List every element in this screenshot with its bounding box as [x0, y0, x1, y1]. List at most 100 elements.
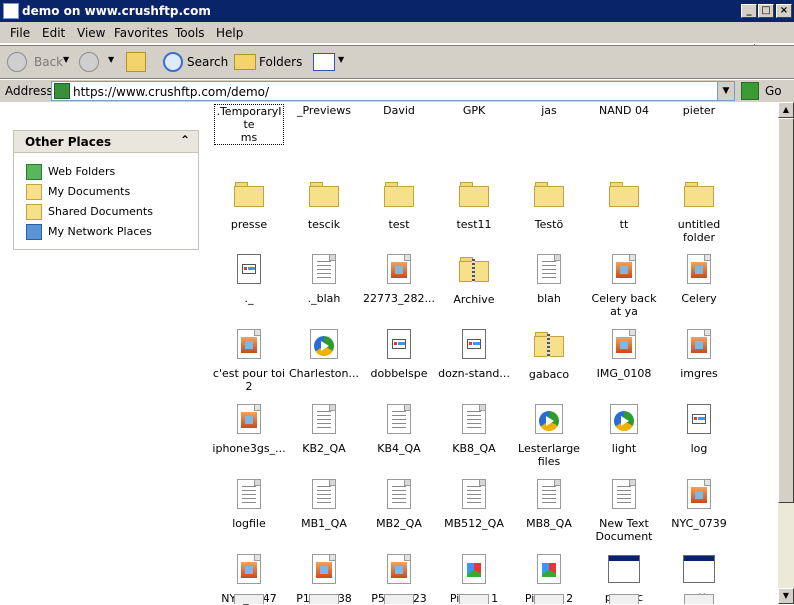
file-label: MB8_QA — [526, 517, 572, 530]
file-item[interactable]: Charleston... — [287, 328, 361, 380]
file-label: blah — [537, 292, 561, 305]
file-item[interactable]: NYC_0739 — [662, 478, 736, 530]
zip-folder-icon — [533, 328, 565, 360]
collapse-chevron-icon[interactable]: ⌃ — [180, 133, 190, 147]
file-item[interactable]: log — [662, 403, 736, 455]
partial-file-icon[interactable] — [459, 594, 489, 604]
menu-favorites[interactable]: Favorites — [114, 26, 168, 40]
file-item[interactable]: test11 — [437, 178, 511, 231]
file-item[interactable]: .TemporaryIte ms — [214, 104, 284, 145]
partial-file-icon[interactable] — [609, 594, 639, 604]
toolbar: Back ▼ ▼ Search Folders ▼ — [0, 45, 794, 79]
file-item[interactable]: NAND 04 — [587, 104, 661, 117]
views-icon[interactable] — [313, 53, 335, 71]
partial-file-icon[interactable] — [309, 594, 339, 604]
file-item[interactable]: logfile — [212, 478, 286, 530]
other-places-title: Other Places — [25, 135, 112, 149]
file-item[interactable]: untitled folder — [662, 178, 736, 244]
file-item[interactable]: light — [587, 403, 661, 455]
go-arrow-icon[interactable] — [741, 82, 759, 100]
file-item[interactable]: Celery — [662, 253, 736, 305]
file-item[interactable]: tescik — [287, 178, 361, 231]
forward-dropdown-icon[interactable]: ▼ — [108, 55, 114, 64]
file-item[interactable]: Testö — [512, 178, 586, 231]
file-label: test11 — [456, 218, 492, 231]
address-field[interactable]: https://www.crushftp.com/demo/ ▼ — [51, 81, 735, 101]
image-file-icon — [687, 254, 711, 284]
file-item[interactable]: David — [362, 104, 436, 117]
text-document-icon — [612, 479, 636, 509]
views-dropdown-icon[interactable]: ▼ — [338, 55, 344, 64]
back-arrow-icon[interactable] — [7, 52, 27, 72]
forward-arrow-icon[interactable] — [79, 52, 99, 72]
folder-icon — [458, 178, 490, 210]
file-label: tescik — [307, 218, 341, 231]
image-file-icon — [612, 254, 636, 284]
search-button[interactable]: Search — [187, 55, 228, 69]
file-item[interactable]: 22773_282... — [362, 253, 436, 305]
file-item[interactable]: ._ — [212, 253, 286, 305]
file-item[interactable]: MB1_QA — [287, 478, 361, 530]
file-item[interactable]: KB4_QA — [362, 403, 436, 455]
vertical-scrollbar[interactable]: ▲ ▼ — [778, 102, 794, 604]
scroll-thumb[interactable] — [778, 118, 794, 503]
minimize-button[interactable]: _ — [741, 4, 757, 18]
address-dropdown-icon[interactable]: ▼ — [717, 82, 734, 100]
partial-file-icon[interactable] — [234, 594, 264, 604]
file-item[interactable]: MB512_QA — [437, 478, 511, 530]
maximize-button[interactable]: □ — [758, 4, 774, 18]
shared-documents-icon — [26, 204, 42, 220]
other-places-header[interactable]: Other Places ⌃ — [14, 131, 198, 153]
search-icon[interactable] — [163, 52, 183, 72]
file-item[interactable]: presse — [212, 178, 286, 231]
file-item[interactable]: IMG_0108 — [587, 328, 661, 380]
file-item[interactable]: MB8_QA — [512, 478, 586, 530]
menu-file[interactable]: File — [10, 26, 30, 40]
menu-view[interactable]: View — [77, 26, 105, 40]
file-label: IMG_0108 — [596, 367, 652, 380]
go-button[interactable]: Go — [765, 84, 782, 98]
close-button[interactable]: × — [776, 4, 792, 18]
file-item[interactable]: Celery back at ya — [587, 253, 661, 318]
file-label: dobbelspe — [370, 367, 428, 380]
file-item[interactable]: c'est pour toi 2 — [212, 328, 286, 393]
file-item[interactable]: tt — [587, 178, 661, 231]
menu-help[interactable]: Help — [216, 26, 243, 40]
partial-file-icon[interactable] — [534, 594, 564, 604]
scroll-up-arrow-icon[interactable]: ▲ — [778, 102, 794, 118]
file-item[interactable]: jas — [512, 104, 586, 117]
file-label: David — [383, 104, 415, 117]
folders-icon[interactable] — [234, 54, 256, 70]
file-item[interactable]: Archive — [437, 253, 511, 306]
file-item[interactable]: iphone3gs_... — [212, 403, 286, 455]
file-item[interactable]: KB2_QA — [287, 403, 361, 455]
partial-file-icon[interactable] — [384, 594, 414, 604]
menu-tools[interactable]: Tools — [175, 26, 205, 40]
back-dropdown-icon[interactable]: ▼ — [63, 55, 69, 64]
file-item[interactable]: dobbelspe — [362, 328, 436, 380]
my-documents-icon — [26, 184, 42, 200]
file-item[interactable]: GPK — [437, 104, 511, 117]
file-item[interactable]: test — [362, 178, 436, 231]
file-item[interactable]: MB2_QA — [362, 478, 436, 530]
menu-edit[interactable]: Edit — [42, 26, 65, 40]
file-label: untitled folder — [677, 218, 721, 244]
file-item[interactable]: ._blah — [287, 253, 361, 305]
scroll-down-arrow-icon[interactable]: ▼ — [778, 588, 794, 604]
file-item[interactable]: dozn-stand... — [437, 328, 511, 380]
file-item[interactable]: gabaco — [512, 328, 586, 381]
partial-file-icon[interactable] — [684, 594, 714, 604]
file-item[interactable]: blah — [512, 253, 586, 305]
file-item[interactable]: Lesterlarge files — [512, 403, 586, 468]
file-item[interactable]: imgres — [662, 328, 736, 380]
file-item[interactable]: KB8_QA — [437, 403, 511, 455]
file-item[interactable]: pieter — [662, 104, 736, 117]
address-url[interactable]: https://www.crushftp.com/demo/ — [73, 85, 269, 99]
up-folder-icon[interactable] — [126, 52, 146, 72]
file-label: iphone3gs_... — [212, 442, 286, 455]
file-label: ._ — [244, 292, 254, 305]
back-button[interactable]: Back — [34, 55, 63, 69]
file-item[interactable]: _Previews — [287, 104, 361, 117]
folders-button[interactable]: Folders — [259, 55, 302, 69]
file-item[interactable]: New Text Document — [587, 478, 661, 543]
